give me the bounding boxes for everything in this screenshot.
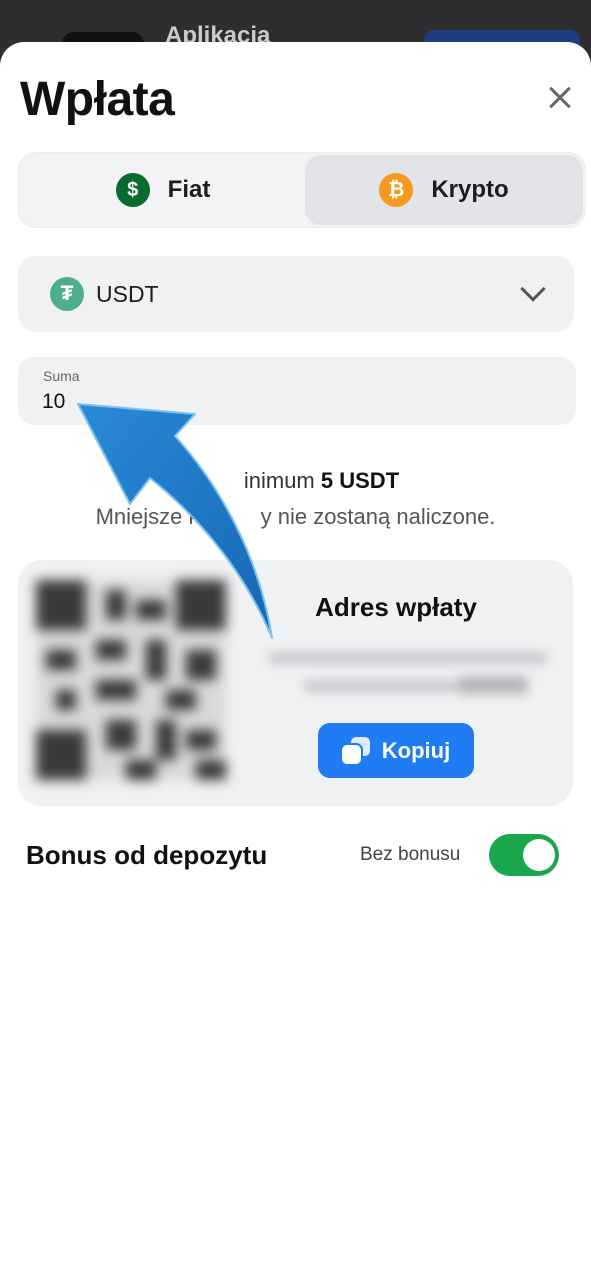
toggle-knob (523, 839, 555, 871)
payment-type-tabs: $ Fiat ₿ Krypto (18, 152, 586, 228)
currency-select-value: USDT (96, 280, 159, 307)
amount-field[interactable]: Suma (18, 357, 576, 425)
deposit-address-card: Adres wpłaty Kopiuj (18, 560, 573, 806)
deposit-sheet: Wpłata $ Fiat ₿ Krypto ₮ USDT Suma inimu… (0, 42, 591, 1280)
bonus-title: Bonus od depozytu (26, 840, 268, 870)
bitcoin-icon: ₿ (379, 173, 414, 207)
currency-select[interactable]: ₮ USDT (18, 256, 574, 332)
chevron-down-icon (520, 276, 546, 302)
deposit-address-title: Adres wpłaty (315, 592, 477, 622)
amount-input[interactable] (42, 387, 542, 417)
qr-code (36, 580, 226, 780)
copy-button-label: Kopiuj (381, 737, 451, 763)
minimum-prefix: inimum (243, 468, 315, 493)
sheet-title: Wpłata (20, 73, 175, 126)
copy-icon (341, 736, 370, 765)
tab-krypto[interactable]: ₿ Krypto (305, 155, 583, 225)
copy-button[interactable]: Kopiuj (318, 723, 474, 778)
minimum-value: 5 USDT (320, 468, 400, 493)
amount-label: Suma (43, 368, 80, 384)
bonus-state-label: Bez bonusu (360, 844, 461, 865)
dollar-coin-icon: $ (115, 173, 150, 207)
deposit-address-value (248, 644, 548, 714)
tab-fiat[interactable]: $ Fiat (21, 155, 305, 225)
minimum-info: inimum 5 USDT (0, 468, 591, 494)
bonus-toggle[interactable] (489, 834, 559, 876)
minimum-note: Mniejsze k y nie zostaną naliczone. (95, 504, 496, 529)
close-icon[interactable] (542, 80, 578, 116)
tether-icon: ₮ (50, 277, 84, 311)
tab-krypto-label: Krypto (431, 176, 509, 203)
tab-fiat-label: Fiat (167, 176, 211, 203)
